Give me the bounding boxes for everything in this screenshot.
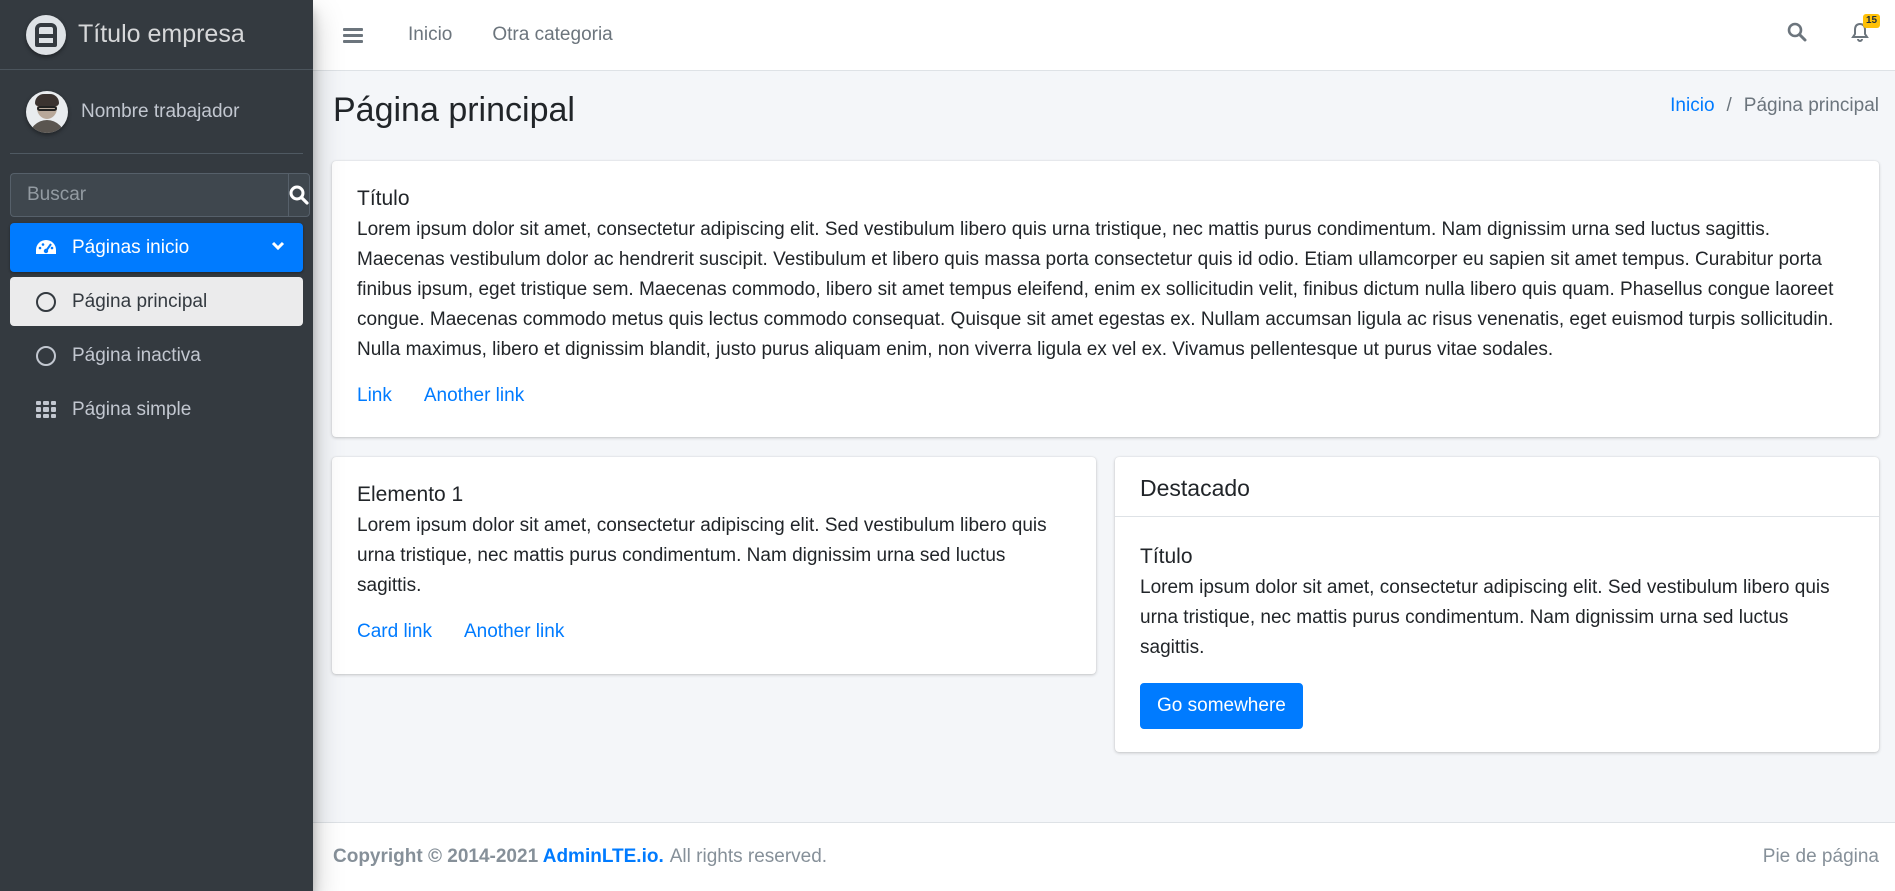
sidebar-item-pagina-simple[interactable]: Página simple — [10, 385, 303, 434]
search-input[interactable] — [10, 173, 288, 217]
card-link[interactable]: Card link — [357, 621, 432, 643]
user-panel[interactable]: Nombre trabajador — [10, 70, 303, 154]
hamburger-menu-icon[interactable] — [343, 27, 363, 43]
user-name[interactable]: Nombre trabajador — [81, 101, 239, 123]
avatar — [26, 90, 68, 133]
search-icon — [289, 185, 309, 205]
card-elemento-1: Elemento 1 Lorem ipsum dolor sit amet, c… — [332, 457, 1096, 674]
sidebar-item-label: Página simple — [72, 398, 192, 420]
footer-right-text: Pie de página — [1762, 846, 1879, 867]
go-somewhere-button[interactable]: Go somewhere — [1140, 683, 1303, 729]
sidebar-search — [10, 173, 310, 217]
notifications-button[interactable]: 15 — [1851, 14, 1881, 48]
grid-icon — [34, 400, 58, 419]
main-sidebar: Título empresa Nombre trabajador Buscar … — [0, 0, 313, 891]
tachometer-icon — [34, 238, 58, 258]
card-main: Título Lorem ipsum dolor sit amet, conse… — [332, 161, 1879, 437]
sidebar-item-pagina-inactiva[interactable]: Página inactiva — [10, 331, 303, 380]
brand-title: Título empresa — [78, 20, 245, 48]
card-title: Elemento 1 — [357, 483, 464, 506]
nav-link-otra-categoria[interactable]: Otra categoria — [492, 24, 612, 46]
sidebar-item-pagina-principal[interactable]: Página principal — [10, 277, 303, 326]
card-another-link[interactable]: Another link — [464, 621, 564, 643]
chevron-down-icon — [271, 237, 285, 259]
top-navbar: Inicio Otra categoria 15 — [313, 0, 1895, 71]
circle-icon — [34, 345, 58, 366]
card-text: Lorem ipsum dolor sit amet, consectetur … — [357, 515, 1047, 596]
search-icon — [1787, 22, 1807, 42]
card-header: Destacado — [1115, 457, 1879, 517]
nav-link-inicio[interactable]: Inicio — [408, 24, 452, 46]
main-footer: Copyright © 2014-2021 AdminLTE.io. All r… — [313, 822, 1895, 891]
footer-brand-link[interactable]: AdminLTE.io. — [543, 846, 664, 867]
footer-copyright: Copyright © 2014-2021 AdminLTE.io. — [333, 846, 664, 867]
card-destacado: Destacado Título Lorem ipsum dolor sit a… — [1115, 457, 1879, 752]
sidebar-item-label: Páginas inicio — [72, 236, 190, 258]
sidebar-item-label: Página principal — [72, 290, 208, 312]
card-link[interactable]: Link — [357, 385, 392, 407]
navbar-right: 15 — [1787, 0, 1881, 70]
footer-rights: All rights reserved. — [669, 846, 828, 867]
card-title: Título — [357, 187, 410, 210]
sidebar-item-paginas-inicio[interactable]: Páginas inicio — [10, 223, 303, 272]
brand-logo-icon — [26, 14, 66, 55]
sidebar-nav: Páginas inicio Página principal Página i… — [10, 223, 303, 434]
card-text: Lorem ipsum dolor sit amet, consectetur … — [357, 219, 1834, 360]
card-another-link[interactable]: Another link — [424, 385, 524, 407]
brand-link[interactable]: Título empresa — [0, 0, 313, 70]
breadcrumb: Inicio / Página principal — [1670, 95, 1879, 117]
breadcrumb-separator: / — [1726, 95, 1732, 116]
card-text: Lorem ipsum dolor sit amet, consectetur … — [1140, 577, 1830, 658]
search-button[interactable] — [288, 173, 310, 217]
sidebar-item-label: Página inactiva — [72, 344, 201, 366]
navbar-search-button[interactable] — [1787, 22, 1807, 48]
circle-icon — [34, 291, 58, 312]
notification-count-badge: 15 — [1863, 14, 1881, 28]
breadcrumb-current: Página principal — [1743, 95, 1879, 116]
breadcrumb-link-inicio[interactable]: Inicio — [1670, 95, 1714, 117]
card-title: Título — [1140, 545, 1193, 568]
page-title: Página principal — [333, 91, 575, 129]
